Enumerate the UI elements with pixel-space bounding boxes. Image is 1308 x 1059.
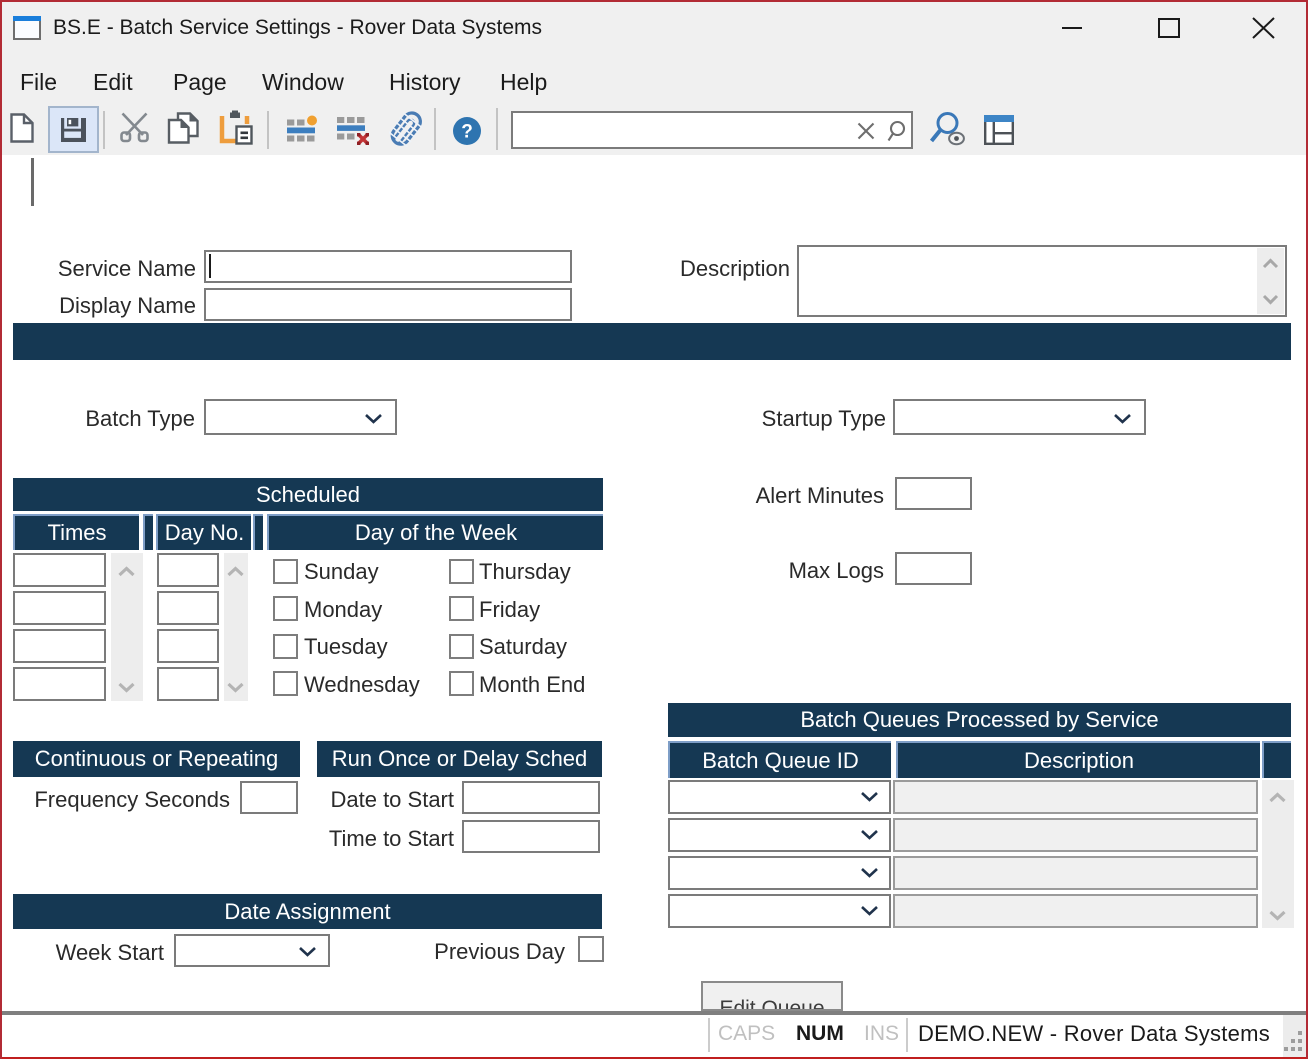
svg-text:?: ? <box>461 122 473 143</box>
